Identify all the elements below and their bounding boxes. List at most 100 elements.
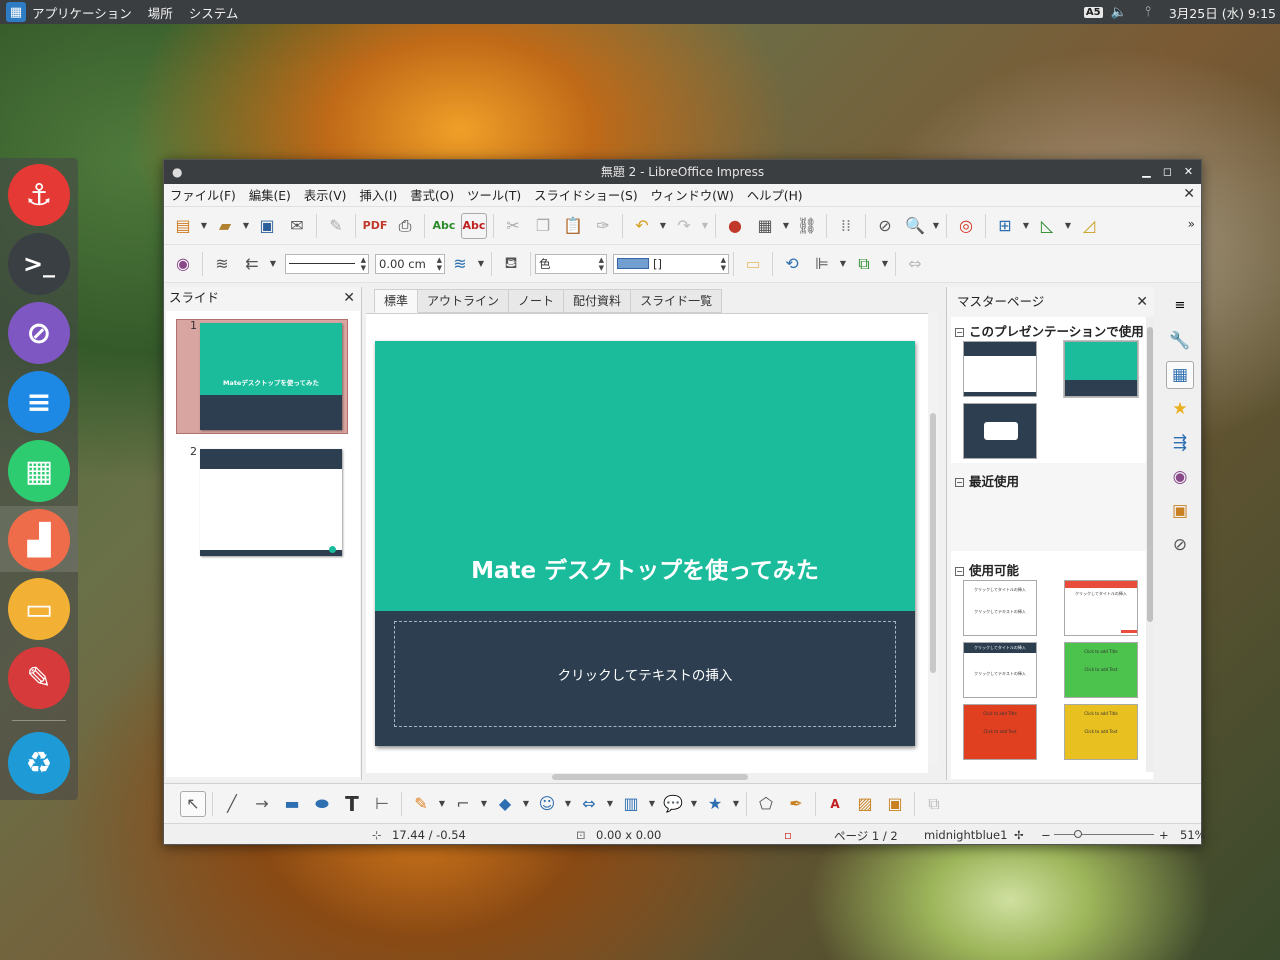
tab-outline[interactable]: アウトライン bbox=[418, 289, 510, 313]
section-used[interactable]: − このプレゼンテーションで使用 bbox=[955, 321, 1144, 340]
slide-transition-icon[interactable]: ⇶ bbox=[1166, 429, 1194, 457]
section-recent[interactable]: − 最近使用 bbox=[955, 471, 1019, 490]
network-icon[interactable]: ⫯ bbox=[1145, 4, 1151, 20]
subtitle-placeholder[interactable]: クリックしてテキストの挿入 bbox=[394, 621, 896, 727]
animation-star-icon[interactable]: ★ bbox=[1166, 395, 1194, 423]
glue-points-icon[interactable]: ✒ bbox=[783, 791, 809, 817]
slide-thumbnail-list[interactable]: 1 Mateデスクトップを使ってみた 2 bbox=[166, 311, 360, 777]
section-available[interactable]: − 使用可能 bbox=[955, 560, 1019, 579]
grid-display-icon[interactable]: ⁞⁞ bbox=[833, 213, 859, 239]
styles-icon[interactable]: ◉ bbox=[1166, 463, 1194, 491]
curve-pencil-icon[interactable]: ✎ bbox=[408, 791, 434, 817]
panel-menu-applications[interactable]: アプリケーション bbox=[32, 3, 132, 22]
master-thumb[interactable]: Click to add Title Click to add Text bbox=[1064, 642, 1138, 698]
chevron-down-icon[interactable]: ▼ bbox=[1062, 213, 1074, 239]
connector-line-icon[interactable]: ⌐ bbox=[450, 791, 476, 817]
close-icon[interactable]: ✕ bbox=[1136, 291, 1148, 313]
email-icon[interactable]: ✉ bbox=[284, 213, 310, 239]
hyperlink-icon[interactable]: ⛓ bbox=[794, 213, 820, 239]
line-color-icon[interactable]: ≋ bbox=[447, 251, 473, 277]
chevron-down-icon[interactable]: ▼ bbox=[646, 791, 658, 817]
text-box-icon[interactable]: T bbox=[339, 791, 365, 817]
presentation-icon[interactable]: ▟ bbox=[8, 509, 70, 571]
sidebar-menu-icon[interactable]: ≡ bbox=[1166, 291, 1194, 319]
slide-canvas[interactable]: Mate デスクトップを使ってみた クリックしてテキストの挿入 bbox=[366, 313, 928, 773]
menu-insert[interactable]: 挿入(I) bbox=[359, 186, 397, 204]
master-thumb[interactable]: Click to add Title Click to add Text bbox=[1064, 704, 1138, 760]
chevron-down-icon[interactable]: ▼ bbox=[240, 213, 252, 239]
chevron-down-icon[interactable]: ▼ bbox=[879, 251, 891, 277]
chevron-down-icon[interactable]: ▼ bbox=[267, 251, 279, 277]
flowchart-icon[interactable]: ▥ bbox=[618, 791, 644, 817]
area-fill-icon[interactable]: ⛾ bbox=[498, 251, 524, 277]
copy-icon[interactable]: ❐ bbox=[530, 213, 556, 239]
arrow-style-icon[interactable]: ⇇ bbox=[239, 251, 265, 277]
select-arrow-icon[interactable]: ↖ bbox=[180, 790, 206, 817]
chevron-down-icon[interactable]: ▼ bbox=[198, 213, 210, 239]
menu-window[interactable]: ウィンドウ(W) bbox=[651, 186, 734, 204]
mate-menu-icon[interactable]: ▦ bbox=[6, 2, 26, 22]
tab-notes[interactable]: ノート bbox=[509, 289, 565, 313]
toolbar-overflow-icon[interactable]: » bbox=[1188, 217, 1195, 231]
menu-edit[interactable]: 編集(E) bbox=[249, 186, 291, 204]
print-icon[interactable]: ⎙ bbox=[392, 213, 418, 239]
chevron-down-icon[interactable]: ▼ bbox=[688, 791, 700, 817]
browser-compass-icon[interactable]: ⊘ bbox=[8, 302, 70, 364]
menu-slideshow[interactable]: スライドショー(S) bbox=[534, 186, 637, 204]
new-slide-icon[interactable]: ⊞ bbox=[992, 213, 1018, 239]
zoom-out-icon[interactable]: − bbox=[1041, 828, 1051, 842]
fontwork-icon[interactable]: A bbox=[822, 791, 848, 817]
smiley-icon[interactable]: ☺ bbox=[534, 791, 560, 817]
connector-icon[interactable]: ⊢ bbox=[369, 791, 395, 817]
zoom-level[interactable]: 51% bbox=[1180, 828, 1206, 842]
extrusion-3d-icon[interactable]: ⧉ bbox=[921, 791, 947, 817]
rotate-icon[interactable]: ⟲ bbox=[779, 251, 805, 277]
close-document-icon[interactable]: ✕ bbox=[1183, 186, 1195, 202]
file-manager-icon[interactable]: ▭ bbox=[8, 578, 70, 640]
save-icon[interactable]: ▣ bbox=[254, 213, 280, 239]
points-edit-icon[interactable]: ⬠ bbox=[753, 791, 779, 817]
master-page-list[interactable]: − このプレゼンテーションで使用 − 最近使用 − 使用可能 クリックしてタイトルの挿… bbox=[951, 317, 1153, 779]
horizontal-scrollbar[interactable] bbox=[366, 773, 928, 781]
line-width-field[interactable]: 0.00 cm ▲ ▼ bbox=[375, 253, 445, 274]
master-scrollbar[interactable] bbox=[1146, 317, 1154, 772]
chevron-down-icon[interactable]: ▼ bbox=[1020, 213, 1032, 239]
zoom-in-icon[interactable]: + bbox=[1159, 828, 1169, 842]
chevron-down-icon[interactable]: ▼ bbox=[930, 213, 942, 239]
minimize-icon[interactable]: ▁ bbox=[1140, 160, 1153, 184]
close-icon[interactable]: ✕ bbox=[1182, 160, 1195, 184]
new-document-icon[interactable]: ▤ bbox=[170, 213, 196, 239]
navigator-icon[interactable]: ⊘ bbox=[872, 213, 898, 239]
chevron-down-icon[interactable]: ▼ bbox=[837, 251, 849, 277]
anchor-icon[interactable]: ⚓ bbox=[8, 164, 70, 226]
master-pages-icon[interactable]: ▦ bbox=[1166, 361, 1194, 389]
master-thumb[interactable] bbox=[963, 403, 1037, 459]
master-thumb[interactable]: Click to add Title Click to add Text bbox=[963, 704, 1037, 760]
zoom-slider[interactable] bbox=[1054, 834, 1154, 835]
chevron-down-icon[interactable]: ▼ bbox=[657, 213, 669, 239]
help-lifebuoy-icon[interactable]: ◎ bbox=[953, 213, 979, 239]
undo-icon[interactable]: ↶ bbox=[629, 213, 655, 239]
spreadsheet-icon[interactable]: ▦ bbox=[8, 440, 70, 502]
master-thumb[interactable]: クリックしてタイトルの挿入 クリックしてテキストの挿入 bbox=[963, 642, 1037, 698]
styles-icon[interactable]: ◉ bbox=[170, 251, 196, 277]
chevron-down-icon[interactable]: ▼ bbox=[436, 791, 448, 817]
shadow-icon[interactable]: ▭ bbox=[740, 251, 766, 277]
terminal-icon[interactable]: >_ bbox=[8, 233, 70, 295]
chevron-down-icon[interactable]: ▼ bbox=[730, 791, 742, 817]
redo-icon[interactable]: ↷ bbox=[671, 213, 697, 239]
chevron-down-icon[interactable]: ▼ bbox=[780, 213, 792, 239]
chevron-down-icon[interactable]: ▼ bbox=[699, 213, 711, 239]
tab-handout[interactable]: 配付資料 bbox=[564, 289, 632, 313]
clock[interactable]: 3月25日 (水) 9:15 bbox=[1169, 3, 1276, 22]
line-style-select[interactable]: ▲ ▼ bbox=[285, 253, 369, 274]
master-thumb-selected[interactable] bbox=[1063, 340, 1139, 398]
properties-wrench-icon[interactable]: 🔧 bbox=[1166, 327, 1194, 355]
align-icon[interactable]: ⊫ bbox=[809, 251, 835, 277]
navigator-icon[interactable]: ⊘ bbox=[1166, 531, 1194, 559]
maximize-icon[interactable]: ◻ bbox=[1161, 160, 1174, 184]
master-slide-icon[interactable]: ◿ bbox=[1076, 213, 1102, 239]
fill-type-select[interactable]: 色 ▲ ▼ bbox=[535, 253, 607, 274]
chevron-down-icon[interactable]: ▼ bbox=[562, 791, 574, 817]
paste-icon[interactable]: 📋 bbox=[560, 213, 586, 239]
